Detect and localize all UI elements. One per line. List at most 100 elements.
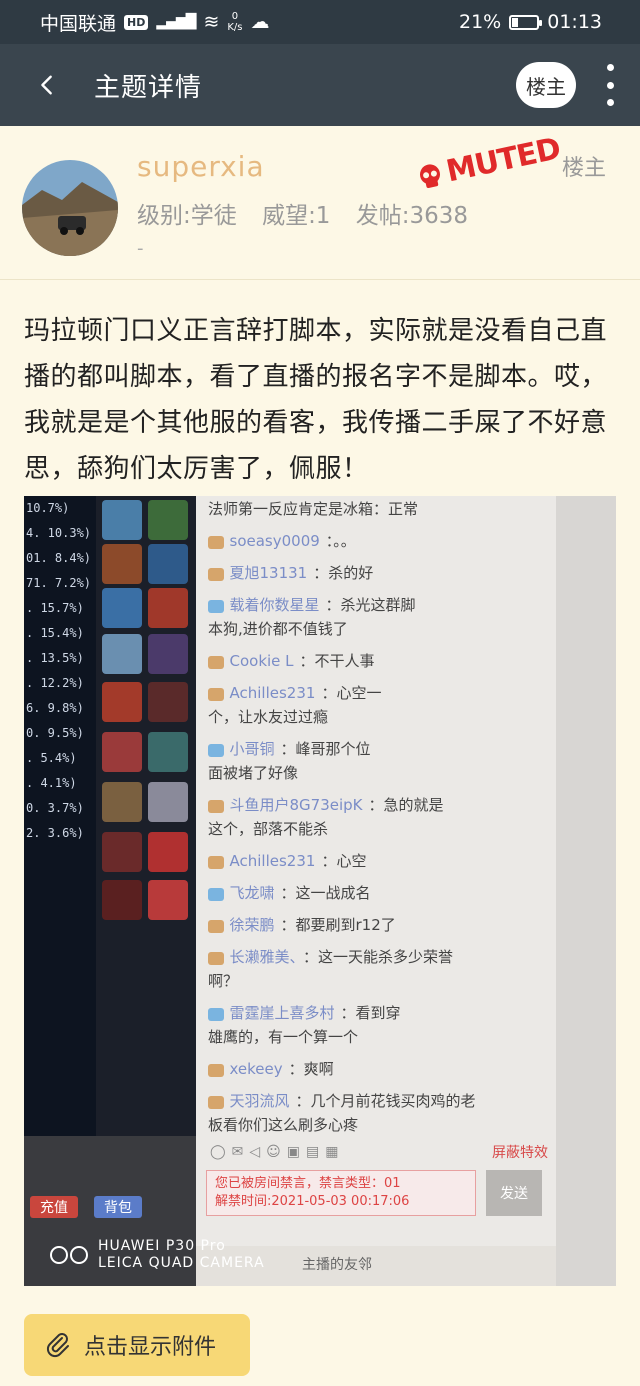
chat-username: 小哥铜 bbox=[229, 740, 275, 758]
post-body-text: 玛拉顿门口义正言辞打脚本，实际就是没看自己直播的都叫脚本，看了直播的报名字不是脚… bbox=[24, 316, 608, 484]
user-level-badge bbox=[208, 536, 224, 549]
chat-message-continued: 雄鹰的，有一个算一个 bbox=[208, 1028, 359, 1046]
chat-username: Achilles231 bbox=[229, 684, 316, 702]
chat-message: 斗鱼用户8G73eipK ：急的就是 bbox=[208, 794, 444, 815]
chat-username: soeasy0009 bbox=[229, 532, 320, 550]
recharge-button: 充值 bbox=[30, 1196, 78, 1218]
chat-text: ：爽啊 bbox=[288, 1060, 334, 1078]
status-bar: 中国联通 HD ▂▄▆█ ≋ 0 K/s ☁ 21% 01:13 bbox=[0, 0, 640, 44]
damage-percent: . 13.5%) bbox=[26, 651, 84, 665]
send-button: 发送 bbox=[486, 1170, 542, 1216]
user-level: 级别:学徒 bbox=[137, 203, 237, 229]
damage-percent: 0. 9.5%) bbox=[26, 726, 84, 740]
chat-username: Cookie L bbox=[229, 652, 294, 670]
page-title: 主题详情 bbox=[94, 72, 203, 103]
user-stats: 级别:学徒 威望:1 发帖:3638 bbox=[137, 196, 486, 230]
chat-username: 雷霆崖上喜多村 bbox=[229, 1004, 335, 1022]
damage-percent: 4. 10.3%) bbox=[26, 526, 92, 540]
damage-percent: . 5.4%) bbox=[26, 751, 77, 765]
camera-watermark: HUAWEI P30 Pro LEICA QUAD CAMERA bbox=[50, 1238, 265, 1272]
user-level-badge bbox=[208, 1096, 224, 1109]
chat-message: 徐荣鹏 ：都要刷到r12了 bbox=[208, 914, 396, 935]
damage-percent: 0. 3.7%) bbox=[26, 801, 84, 815]
mute-notice: 您已被房间禁言，禁言类型：01 解禁时间:2021-05-03 00:17:06 bbox=[206, 1170, 476, 1216]
chat-username: Achilles231 bbox=[229, 852, 316, 870]
chat-message-continued: 个，让水友过过瘾 bbox=[208, 708, 329, 726]
user-level-badge bbox=[208, 600, 224, 613]
damage-percent: . 12.2%) bbox=[26, 676, 84, 690]
post-image[interactable]: 10.7%) 4. 10.3%) 01. 8.4%) 71. 7.2%) . 15.7%… bbox=[24, 496, 616, 1286]
user-level-badge bbox=[208, 1064, 224, 1077]
stream-chat: 法师第一反应肯定是冰箱：正常 soeasy0009 ：。。 夏旭13131 ：杀的好… bbox=[196, 496, 556, 1136]
chat-username: 飞龙啸 bbox=[229, 884, 275, 902]
chat-message: 载着你数星星 ：杀光这群脚 bbox=[208, 594, 416, 615]
chat-message: Achilles231 ：心空一 bbox=[208, 682, 381, 703]
chat-toolbar: ◯✉◁☺▣▤▦ bbox=[210, 1144, 345, 1160]
chat-text: ：杀的好 bbox=[313, 564, 374, 582]
chat-text: ：心空一 bbox=[321, 684, 382, 702]
user-prestige: 威望:1 bbox=[262, 203, 331, 229]
username[interactable]: superxia bbox=[137, 150, 265, 183]
title-bar: 主题详情 楼主 bbox=[0, 44, 640, 126]
signature: - bbox=[137, 238, 144, 259]
user-level-badge bbox=[208, 856, 224, 869]
chat-message: Cookie L ：不干人事 bbox=[208, 650, 375, 671]
chat-username: 长濑雅美、 bbox=[229, 948, 298, 966]
chat-message: 法师第一反应肯定是冰箱：正常 bbox=[208, 500, 419, 518]
user-level-badge bbox=[208, 800, 224, 813]
show-attachment-button[interactable]: 点击显示附件 bbox=[24, 1314, 250, 1376]
user-level-badge bbox=[208, 1008, 224, 1021]
back-button[interactable] bbox=[0, 44, 94, 126]
chat-message-continued: 啊？ bbox=[208, 972, 239, 990]
user-level-badge bbox=[208, 888, 224, 901]
chat-message: xekeey ：爽啊 bbox=[208, 1058, 334, 1079]
battery-icon bbox=[509, 14, 543, 30]
chat-username: 天羽流风 bbox=[229, 1092, 290, 1110]
chat-message: 小哥铜 ：峰哥那个位 bbox=[208, 738, 371, 759]
chat-text: ：杀光这群脚 bbox=[325, 596, 416, 614]
clock: 01:13 bbox=[547, 11, 602, 33]
bag-button: 背包 bbox=[94, 1196, 142, 1218]
chat-message-continued: 面被堵了好像 bbox=[208, 764, 299, 782]
avatar[interactable] bbox=[22, 160, 118, 256]
streamer-friends-label: 主播的友邻 bbox=[302, 1257, 372, 1273]
hd-badge: HD bbox=[124, 14, 149, 30]
photo-right-margin bbox=[556, 496, 616, 1286]
chat-text: ：急的就是 bbox=[368, 796, 444, 814]
cloud-icon: ☁ bbox=[250, 11, 270, 33]
damage-percent: 2. 3.6%) bbox=[26, 826, 84, 840]
user-level-badge bbox=[208, 656, 224, 669]
chat-username: 徐荣鹏 bbox=[229, 916, 275, 934]
chat-input-area: ◯✉◁☺▣▤▦ 屏蔽特效 您已被房间禁言，禁言类型：01 解禁时间:2021-0… bbox=[196, 1136, 556, 1246]
damage-percent: 10.7%) bbox=[26, 501, 70, 515]
chat-text: ：几个月前花钱买肉鸡的老 bbox=[295, 1092, 476, 1110]
user-post-count: 发帖:3638 bbox=[355, 203, 469, 229]
chat-message-continued: 本狗,进价都不值钱了 bbox=[208, 620, 348, 638]
user-level-badge bbox=[208, 952, 224, 965]
chat-message: soeasy0009 ：。。 bbox=[208, 530, 356, 551]
network-speed: 0 K/s bbox=[227, 11, 243, 33]
post-author-header: superxia 级别:学徒 威望:1 发帖:3638 - MUTED 楼主 bbox=[0, 126, 640, 280]
user-level-badge bbox=[208, 920, 224, 933]
chat-username: 载着你数星星 bbox=[229, 596, 320, 614]
chat-text: ：。。 bbox=[325, 532, 356, 550]
damage-percent: 71. 7.2%) bbox=[26, 576, 92, 590]
chat-message-continued: 这个，部落不能杀 bbox=[208, 820, 329, 838]
chat-text: ：峰哥那个位 bbox=[280, 740, 371, 758]
only-owner-button[interactable]: 楼主 bbox=[516, 62, 576, 108]
more-menu-icon[interactable] bbox=[600, 64, 620, 106]
shield-effects-label: 屏蔽特效 bbox=[492, 1145, 548, 1161]
paperclip-icon bbox=[46, 1333, 69, 1358]
damage-meter: 10.7%) 4. 10.3%) 01. 8.4%) 71. 7.2%) . 15.7%… bbox=[24, 496, 98, 1136]
damage-percent: . 15.4%) bbox=[26, 626, 84, 640]
owner-tag: 楼主 bbox=[562, 156, 607, 181]
chat-text: ：这一天能杀多少荣誉 bbox=[303, 948, 454, 966]
battery-percent: 21% bbox=[459, 11, 502, 33]
user-level-badge bbox=[208, 568, 224, 581]
chevron-left-icon bbox=[41, 75, 52, 95]
chat-message: 雷霆崖上喜多村 ：看到穿 bbox=[208, 1002, 401, 1023]
chat-text: ：都要刷到r12了 bbox=[280, 916, 396, 934]
chat-text: ：不干人事 bbox=[299, 652, 375, 670]
chat-message: 长濑雅美、 ：这一天能杀多少荣誉 bbox=[208, 946, 453, 967]
user-level-badge bbox=[208, 744, 224, 757]
